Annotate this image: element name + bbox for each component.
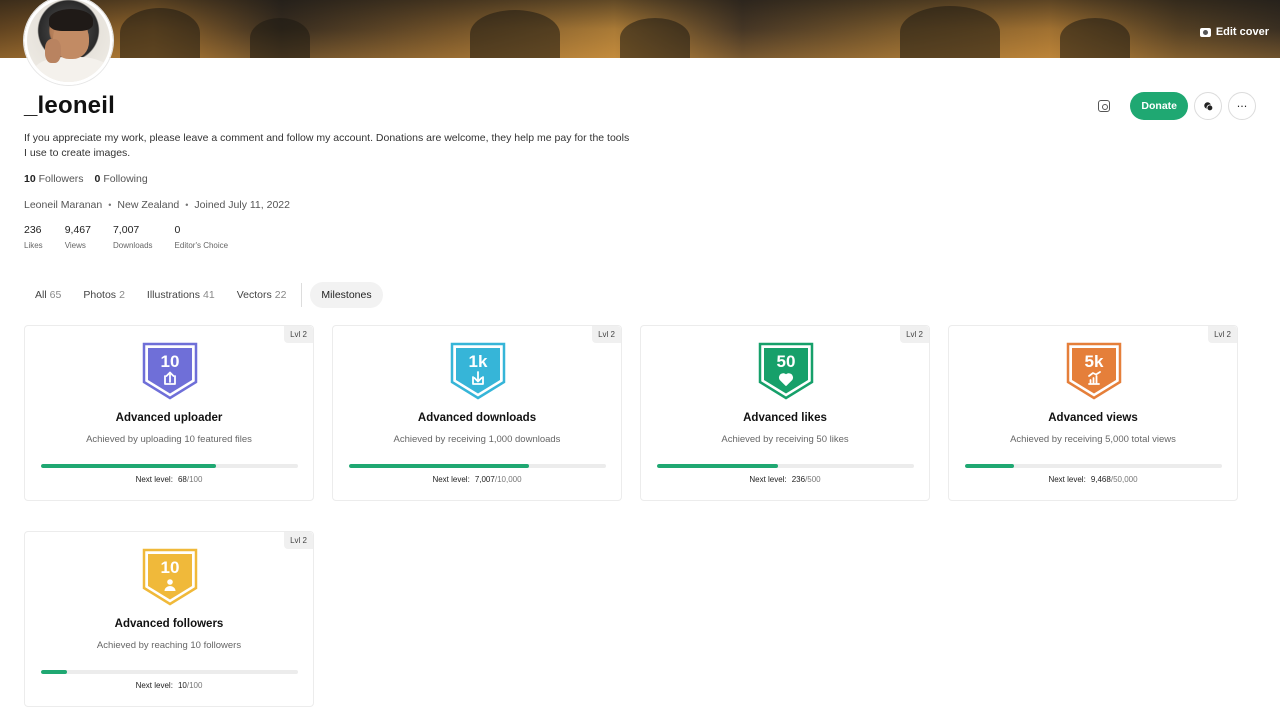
milestone-title: Advanced followers [114, 618, 224, 630]
milestone-badge: 10 [142, 342, 198, 400]
progress-bar [657, 464, 914, 468]
camera-icon [1199, 27, 1211, 37]
svg-text:1k: 1k [469, 352, 488, 371]
cover-tree [120, 8, 200, 58]
milestone-title: Advanced likes [743, 412, 827, 424]
cover-tree [620, 18, 690, 58]
edit-cover-button[interactable]: Edit cover [1199, 26, 1269, 38]
profile-actions: Donate ··· [1098, 92, 1256, 120]
tab-illustrations[interactable]: Illustrations 41 [136, 282, 226, 308]
edit-cover-label: Edit cover [1215, 26, 1269, 38]
milestone-card: Lvl 2 5k Advanced views Achieved by rece… [948, 325, 1238, 501]
level-badge: Lvl 2 [1208, 326, 1237, 343]
progress-fill [41, 670, 67, 674]
milestone-title: Advanced downloads [417, 412, 537, 424]
milestone-card: Lvl 2 1k Advanced downloads Achieved by … [332, 325, 622, 501]
stat-downloads: 7,007 Downloads [112, 224, 153, 250]
cover-image: Edit cover [0, 0, 1280, 58]
cover-tree [470, 10, 560, 58]
full-name: Leoneil Maranan [24, 199, 103, 211]
message-button[interactable] [1194, 92, 1222, 120]
progress-bar [965, 464, 1222, 468]
tab-vectors[interactable]: Vectors 22 [226, 282, 298, 308]
tab-divider [301, 283, 303, 307]
milestone-card: Lvl 2 50 Advanced likes Achieved by rece… [640, 325, 930, 501]
tab-milestones[interactable]: Milestones [310, 282, 383, 308]
stat-editors-choice: 0 Editor's Choice [174, 224, 229, 250]
more-options-button[interactable]: ··· [1228, 92, 1256, 120]
svg-text:10: 10 [161, 558, 180, 577]
cover-tree [900, 6, 1000, 58]
milestone-card: Lvl 2 10 Advanced followers Achieved by … [24, 531, 314, 707]
level-badge: Lvl 2 [284, 532, 313, 549]
tab-all[interactable]: All 65 [24, 282, 72, 308]
progress-fill [41, 464, 216, 468]
progress-fill [965, 464, 1014, 468]
milestone-badge: 50 [758, 342, 814, 400]
milestone-title: Advanced views [1048, 412, 1138, 424]
progress-bar [41, 670, 298, 674]
followers-link[interactable]: 10 Followers [24, 173, 84, 185]
next-level: Next level: 7,007/10,000 [432, 475, 522, 484]
location: New Zealand [117, 199, 180, 211]
milestone-description: Achieved by uploading 10 featured files [86, 434, 252, 445]
follow-counts: 10 Followers 0 Following [24, 173, 148, 185]
stat-views: 9,467 Views [64, 224, 91, 250]
instagram-icon[interactable] [1098, 100, 1111, 112]
cover-tree [1060, 18, 1130, 58]
milestone-card: Lvl 2 10 Advanced uploader Achieved by u… [24, 325, 314, 501]
milestone-title: Advanced uploader [115, 412, 223, 424]
content-tabs: All 65 Photos 2 Illustrations 41 Vectors 22 … [24, 282, 383, 308]
svg-text:10: 10 [161, 352, 180, 371]
avatar[interactable] [24, 0, 113, 85]
milestone-badge: 1k [450, 342, 506, 400]
stat-likes: 236 Likes [24, 224, 43, 250]
next-level: Next level: 68/100 [135, 475, 203, 484]
profile-bio: If you appreciate my work, please leave … [24, 132, 630, 159]
milestone-description: Achieved by receiving 1,000 downloads [393, 434, 561, 445]
next-level: Next level: 9,468/50,000 [1048, 475, 1138, 484]
chat-icon [1203, 101, 1213, 111]
next-level: Next level: 10/100 [135, 681, 203, 690]
svg-text:50: 50 [777, 352, 796, 371]
level-badge: Lvl 2 [900, 326, 929, 343]
svg-text:5k: 5k [1085, 352, 1104, 371]
following-link[interactable]: 0 Following [95, 173, 148, 185]
joined-date: Joined July 11, 2022 [194, 199, 290, 211]
cover-tree [250, 18, 310, 58]
username: _leoneil [24, 92, 115, 119]
next-level: Next level: 236/500 [749, 475, 821, 484]
milestone-description: Achieved by reaching 10 followers [96, 640, 242, 651]
level-badge: Lvl 2 [284, 326, 313, 343]
profile-stats: 236 Likes 9,467 Views 7,007 Downloads 0 Edit… [24, 224, 250, 250]
progress-bar [41, 464, 298, 468]
progress-bar [349, 464, 606, 468]
progress-fill [349, 464, 529, 468]
milestone-badge: 5k [1066, 342, 1122, 400]
progress-fill [657, 464, 779, 468]
milestone-badge: 10 [142, 548, 198, 606]
milestone-description: Achieved by receiving 50 likes [721, 434, 849, 445]
tab-photos[interactable]: Photos 2 [72, 282, 136, 308]
donate-button[interactable]: Donate [1130, 92, 1188, 120]
milestone-description: Achieved by receiving 5,000 total views [1010, 434, 1176, 445]
profile-meta: Leoneil Maranan • New Zealand • Joined J… [24, 199, 290, 211]
level-badge: Lvl 2 [592, 326, 621, 343]
